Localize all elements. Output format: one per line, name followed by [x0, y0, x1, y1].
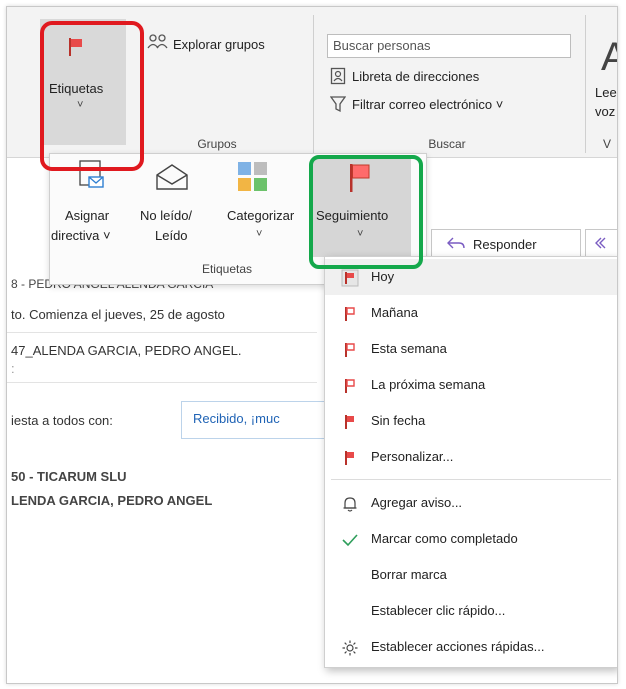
menu-item-label: La próxima semana [371, 377, 486, 392]
menu-item-label: Sin fecha [371, 413, 426, 428]
asignar-directiva-line2: directiva ˅ [51, 228, 111, 243]
libreta-button[interactable]: Libreta de direcciones [352, 69, 479, 84]
menu-item-label: Esta semana [371, 341, 447, 356]
no-leido-line2: Leído [155, 228, 188, 243]
reply-arrow-icon [447, 236, 465, 253]
outlook-window: Etiquetas ˅ Explorar grupos Grupos Busca… [6, 6, 618, 684]
menu-item-label: Marcar como completado [371, 531, 518, 546]
menu-item-label: Personalizar... [371, 449, 454, 464]
menu-item-agregar-aviso[interactable]: Agregar aviso... [325, 485, 617, 521]
buscar-group-label: Buscar [428, 137, 466, 151]
asignar-directiva-button[interactable]: Asignar [65, 208, 109, 223]
menu-item-label: Establecer clic rápido... [371, 603, 506, 618]
voz-label: voz [595, 104, 616, 119]
divider [7, 332, 317, 333]
envelope-icon [155, 163, 189, 194]
menu-item-label: Borrar marca [371, 567, 447, 582]
highlight-etiquetas [40, 21, 144, 171]
bell-icon [341, 495, 359, 513]
menu-separator [331, 479, 611, 480]
sender-line-2: LENDA GARCIA, PEDRO ANGEL [11, 493, 213, 508]
flag-icon [341, 413, 359, 431]
explorar-grupos-button[interactable]: Explorar grupos [173, 37, 265, 52]
ribbon-separator [313, 15, 314, 153]
menu-item-esta-semana[interactable]: Esta semana [325, 331, 617, 367]
flag-icon [341, 305, 359, 323]
menu-item-borrar-marca[interactable]: Borrar marca [325, 557, 617, 593]
filtrar-button[interactable]: Filtrar correo electrónico ˅ [352, 97, 503, 112]
flag-icon [341, 269, 359, 287]
chevron-down-icon: ˅ [256, 228, 263, 240]
attachment-line[interactable]: 47_ALENDA GARCIA, PEDRO ANGEL. [11, 343, 241, 358]
flag-icon [341, 341, 359, 359]
checkmark-icon [341, 531, 359, 549]
flag-icon [341, 377, 359, 395]
address-book-icon [330, 67, 346, 88]
flag-icon [341, 449, 359, 467]
menu-item-label: Hoy [371, 269, 395, 284]
menu-item-manana[interactable]: Mañana [325, 295, 617, 331]
read-aloud-icon[interactable]: A [601, 35, 617, 80]
menu-item-label: Establecer acciones rápidas... [371, 639, 545, 654]
quick-reply-prefix: iesta a todos con: [11, 413, 113, 428]
v-group-label: V [603, 137, 612, 151]
menu-item-acciones-rapidas[interactable]: Establecer acciones rápidas... [325, 629, 617, 665]
menu-item-proxima-semana[interactable]: La próxima semana [325, 367, 617, 403]
explore-groups-icon [147, 33, 169, 54]
no-leido-button[interactable]: No leído/ [140, 208, 192, 223]
seguimiento-menu: Hoy Mañana Esta semana La próxima semana… [324, 256, 617, 668]
attachment-more: : [11, 361, 15, 376]
menu-item-label: Agregar aviso... [371, 495, 463, 510]
divider [7, 382, 317, 383]
menu-item-label: Mañana [371, 305, 418, 320]
ribbon-separator [585, 15, 586, 153]
menu-item-clic-rapido[interactable]: Establecer clic rápido... [325, 593, 617, 629]
menu-item-personalizar[interactable]: Personalizar... [325, 439, 617, 475]
meeting-line: to. Comienza el jueves, 25 de agosto [11, 307, 225, 322]
sender-line-1: 50 - TICARUM SLU [11, 469, 127, 484]
menu-item-marcar-completado[interactable]: Marcar como completado [325, 521, 617, 557]
highlight-seguimiento [309, 155, 423, 269]
leer-label: Lee [595, 85, 617, 100]
reply-all-icon [595, 236, 613, 253]
menu-item-sin-fecha[interactable]: Sin fecha [325, 403, 617, 439]
etiquetas-group-label: Etiquetas [201, 262, 253, 276]
quick-reply-chip-label: Recibido, ¡muc [193, 411, 280, 426]
grupos-group-label: Grupos [197, 137, 237, 151]
responder-label: Responder [473, 237, 537, 252]
filter-icon [329, 95, 347, 116]
search-people-placeholder: Buscar personas [333, 38, 431, 53]
categorize-icon [237, 161, 269, 196]
gear-icon [341, 639, 359, 657]
categorizar-button[interactable]: Categorizar [227, 208, 294, 223]
